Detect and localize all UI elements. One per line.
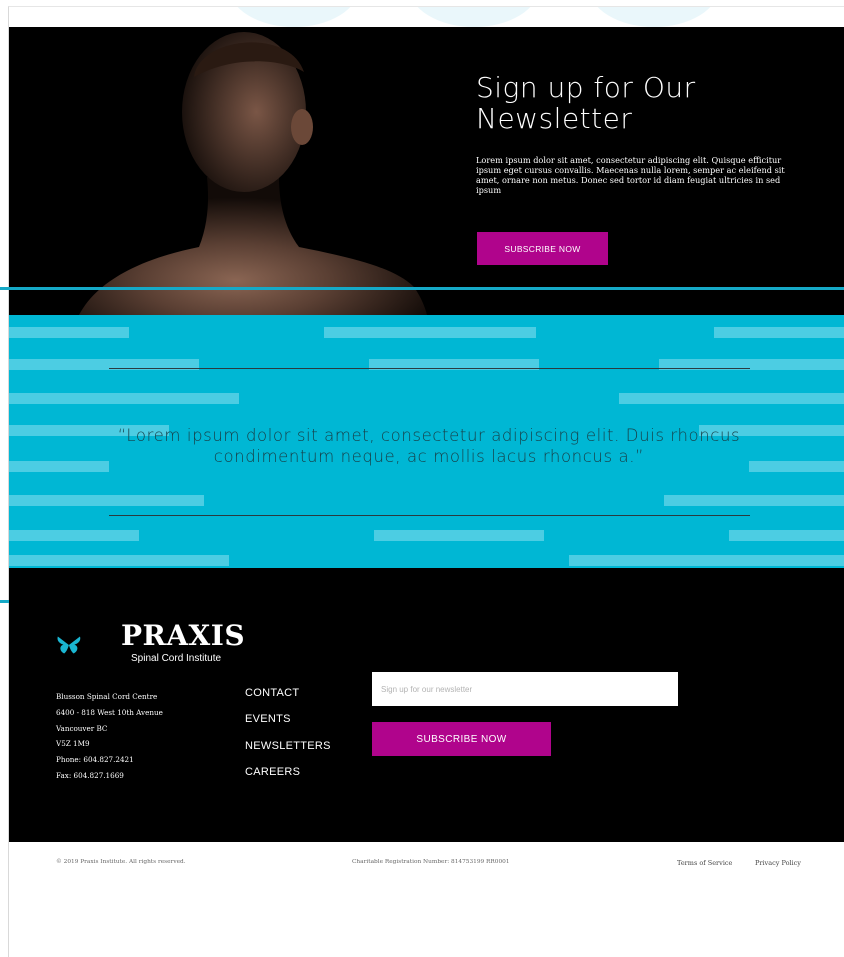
address-fax: Fax: 604.827.1669 bbox=[56, 770, 124, 780]
privacy-policy-link[interactable]: Privacy Policy bbox=[755, 859, 801, 867]
nav-link-contact[interactable]: CONTACT bbox=[245, 687, 331, 700]
decorative-stripe bbox=[374, 530, 544, 541]
newsletter-email-input[interactable] bbox=[372, 672, 678, 706]
address-line: Blusson Spinal Cord Centre bbox=[56, 692, 158, 701]
nav-link-events[interactable]: EVENTS bbox=[245, 713, 331, 726]
decorative-stripe bbox=[9, 555, 229, 566]
hero-subscribe-button[interactable]: SUBSCRIBE NOW bbox=[477, 232, 608, 265]
newsletter-description: Lorem ipsum dolor sit amet, consectetur … bbox=[476, 155, 785, 195]
site-footer: PRAXIS Spinal Cord Institute Blusson Spi… bbox=[9, 568, 844, 842]
nav-link-careers[interactable]: CAREERS bbox=[245, 766, 331, 779]
decorative-stripe bbox=[9, 461, 109, 472]
decorative-arc bbox=[229, 7, 359, 27]
newsletter-hero: Sign up for Our Newsletter Lorem ipsum d… bbox=[9, 27, 844, 315]
decorative-stripe bbox=[714, 327, 844, 338]
newsletter-title: Sign up for Our Newsletter bbox=[476, 71, 696, 135]
nav-link-newsletters[interactable]: NEWSLETTERS bbox=[245, 740, 331, 753]
cyan-divider-line bbox=[0, 287, 844, 290]
address-phone: Phone: 604.827.2421 bbox=[56, 755, 134, 765]
testimonial-quote: “Lorem ipsum dolor sit amet, consectetur… bbox=[117, 426, 741, 466]
decorative-stripe bbox=[9, 393, 239, 404]
address-line: Vancouver BC bbox=[56, 723, 108, 733]
footer-nav: CONTACT EVENTS NEWSLETTERS CAREERS bbox=[245, 687, 331, 792]
quote-bottom-rule bbox=[109, 515, 750, 516]
logo-wordmark[interactable]: PRAXIS bbox=[121, 620, 245, 652]
terms-of-service-link[interactable]: Terms of Service bbox=[677, 859, 732, 867]
decorative-stripe bbox=[324, 327, 536, 338]
decorative-stripe bbox=[729, 530, 844, 541]
decorative-stripe bbox=[749, 461, 844, 472]
bottom-bar: © 2019 Praxis Institute. All rights rese… bbox=[9, 842, 844, 882]
butterfly-logo-icon[interactable] bbox=[56, 620, 126, 670]
address-line: 6400 - 818 West 10th Avenue bbox=[56, 707, 163, 717]
copyright-text: © 2019 Praxis Institute. All rights rese… bbox=[56, 859, 186, 865]
charity-registration-text: Charitable Registration Number: 81475319… bbox=[352, 859, 510, 865]
decorative-arc bbox=[409, 7, 539, 27]
footer-subscribe-button[interactable]: SUBSCRIBE NOW bbox=[372, 722, 551, 756]
decorative-arc bbox=[589, 7, 719, 27]
decorative-stripe bbox=[9, 495, 204, 506]
quote-top-rule bbox=[109, 368, 750, 369]
decorative-stripe bbox=[9, 327, 129, 338]
decorative-stripe bbox=[569, 555, 844, 566]
top-decoration bbox=[9, 7, 844, 27]
logo-subtitle: Spinal Cord Institute bbox=[131, 653, 222, 664]
decorative-stripe bbox=[619, 393, 844, 404]
quote-band: “Lorem ipsum dolor sit amet, consectetur… bbox=[9, 315, 844, 568]
hero-photo-man-back bbox=[9, 27, 469, 315]
address-line: V5Z 1M9 bbox=[56, 739, 90, 749]
footer-address: Blusson Spinal Cord Centre 6400 - 818 We… bbox=[56, 689, 163, 784]
decorative-stripe bbox=[9, 530, 139, 541]
decorative-stripe bbox=[664, 495, 844, 506]
